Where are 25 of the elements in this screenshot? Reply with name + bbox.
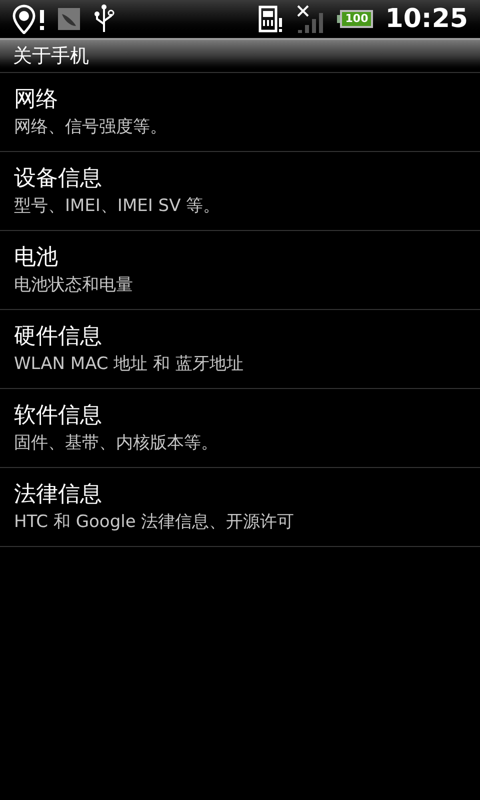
item-summary: 网络、信号强度等。 bbox=[14, 116, 168, 139]
item-title: 软件信息 bbox=[14, 402, 103, 430]
settings-item[interactable]: 硬件信息 WLAN MAC 地址 和 蓝牙地址 bbox=[0, 310, 480, 389]
settings-item[interactable]: 软件信息 固件、基带、内核版本等。 bbox=[0, 389, 480, 468]
item-summary: WLAN MAC 地址 和 蓝牙地址 bbox=[14, 353, 244, 376]
settings-item[interactable]: 电池 电池状态和电量 bbox=[0, 231, 480, 310]
item-title: 设备信息 bbox=[14, 165, 103, 193]
item-summary: HTC 和 Google 法律信息、开源许可 bbox=[14, 511, 296, 534]
settings-item[interactable]: 网络 网络、信号强度等。 bbox=[0, 73, 480, 152]
settings-item[interactable]: 设备信息 型号、IMEI、IMEI SV 等。 bbox=[0, 152, 480, 231]
leaf-icon bbox=[58, 8, 80, 30]
item-summary: 型号、IMEI、IMEI SV 等。 bbox=[14, 195, 222, 218]
item-summary: 电池状态和电量 bbox=[14, 274, 134, 297]
usb-icon bbox=[92, 4, 116, 34]
location-alert-icon bbox=[12, 4, 46, 34]
screen-title: 关于手机 bbox=[13, 44, 89, 69]
item-title: 电池 bbox=[14, 244, 59, 272]
item-summary: 固件、基带、内核版本等。 bbox=[14, 432, 219, 455]
battery-level: 100 bbox=[340, 10, 374, 28]
clock: 10:25 bbox=[385, 2, 468, 36]
item-title: 法律信息 bbox=[14, 481, 103, 509]
item-title: 网络 bbox=[14, 86, 59, 114]
settings-item[interactable]: 法律信息 HTC 和 Google 法律信息、开源许可 bbox=[0, 468, 480, 547]
no-signal-icon bbox=[297, 4, 326, 34]
item-title: 硬件信息 bbox=[14, 323, 103, 351]
